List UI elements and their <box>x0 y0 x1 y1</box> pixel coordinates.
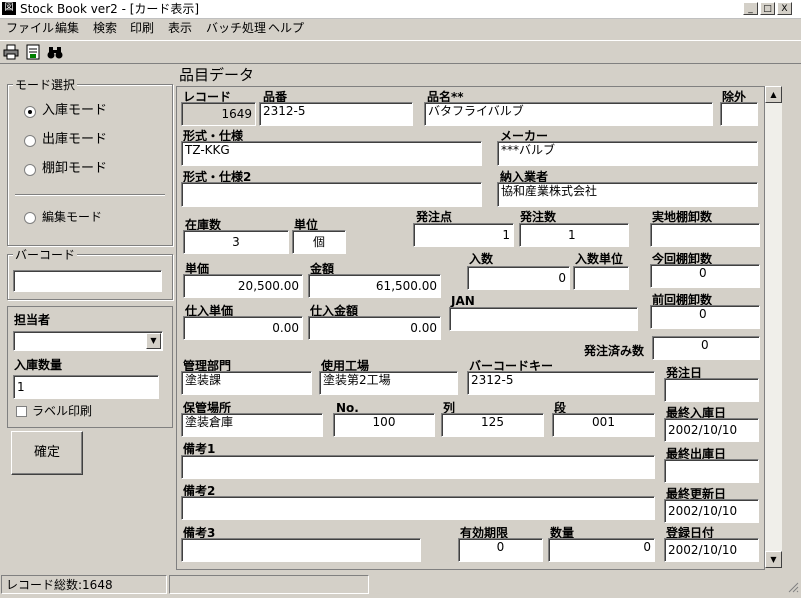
printer-icon[interactable] <box>2 44 20 62</box>
close-button[interactable]: X <box>777 2 792 15</box>
this-inv-input[interactable]: 0 <box>650 264 760 288</box>
scroll-down-icon[interactable]: ▼ <box>765 551 782 568</box>
no-input[interactable]: 100 <box>333 413 435 437</box>
menu-view[interactable]: 表示 <box>168 20 192 36</box>
jan-input[interactable] <box>449 307 638 331</box>
note3-input[interactable] <box>181 538 421 562</box>
jan-label: JAN <box>451 294 475 308</box>
label-print-checkbox[interactable] <box>16 406 27 417</box>
exclude-input[interactable] <box>720 102 758 126</box>
last-update-input[interactable]: 2002/10/10 <box>664 499 759 523</box>
toolbar <box>0 40 801 64</box>
dept-input[interactable]: 塗装課 <box>181 371 312 395</box>
binoculars-icon[interactable] <box>46 44 64 62</box>
person-label: 担当者 <box>14 313 51 327</box>
total-records: レコード総数:1648 <box>1 575 167 594</box>
ordered-input[interactable]: 0 <box>652 336 760 360</box>
ordered-label: 発注済み数 <box>584 344 645 358</box>
actual-inv-input[interactable] <box>650 223 760 247</box>
person-select[interactable]: ▼ <box>13 331 163 351</box>
radio-in-mode[interactable] <box>24 106 36 118</box>
radio-inventory-mode[interactable] <box>24 164 36 176</box>
col-input[interactable]: 125 <box>441 413 544 437</box>
note1-input[interactable] <box>181 455 655 479</box>
maker-input[interactable]: ***バルブ <box>497 141 758 166</box>
prev-inv-input[interactable]: 0 <box>650 305 760 329</box>
in-unit-input[interactable] <box>573 266 629 290</box>
record-value: 1649 <box>181 102 256 126</box>
note1-label: 備考1 <box>183 442 216 456</box>
in-count-label: 入数 <box>469 252 494 266</box>
last-in-input[interactable]: 2002/10/10 <box>664 418 759 442</box>
radio-edit-mode[interactable] <box>24 212 36 224</box>
barcode-input[interactable] <box>13 270 162 292</box>
mode-group-title: モード選択 <box>13 78 78 92</box>
chevron-down-icon[interactable]: ▼ <box>146 333 161 349</box>
menu-help[interactable]: ヘルプ <box>268 20 304 36</box>
menu-bar: ファイル 編集 検索 印刷 表示 バッチ処理 ヘルプ <box>0 18 801 38</box>
model-input[interactable]: TZ-KKG <box>181 141 482 166</box>
factory-input[interactable]: 塗装第2工場 <box>319 371 458 395</box>
actual-inv-label: 実地棚卸数 <box>652 210 713 224</box>
app-icon: 図 <box>2 2 16 15</box>
model2-input[interactable] <box>181 182 482 207</box>
resize-grip-icon[interactable] <box>787 581 799 593</box>
barcode-key-input[interactable]: 2312-5 <box>467 371 655 395</box>
menu-print[interactable]: 印刷 <box>130 20 154 36</box>
scroll-up-icon[interactable]: ▲ <box>765 86 782 103</box>
note2-input[interactable] <box>181 496 655 520</box>
status-bar: レコード総数:1648 <box>0 572 801 598</box>
radio-in-mode-label: 入庫モード <box>42 103 108 118</box>
menu-file[interactable]: ファイル <box>6 20 54 36</box>
stock-input[interactable]: 3 <box>183 230 289 254</box>
title-bar: 図 Stock Book ver2 - [カード表示] _ □ X <box>0 0 801 19</box>
order-point-label: 発注点 <box>416 210 453 224</box>
location-input[interactable]: 塗装倉庫 <box>181 413 323 437</box>
in-count-input[interactable]: 0 <box>467 266 570 290</box>
confirm-button[interactable]: 確定 <box>11 431 83 475</box>
qty-input[interactable]: 1 <box>13 375 159 399</box>
qty-label: 入庫数量 <box>14 358 63 372</box>
section-title: 品目データ <box>179 66 255 84</box>
vertical-scrollbar[interactable]: ▲ ▼ <box>765 86 782 568</box>
radio-out-mode[interactable] <box>24 135 36 147</box>
barcode-group-title: バーコード <box>13 248 78 262</box>
menu-batch[interactable]: バッチ処理 <box>206 20 266 36</box>
in-unit-label: 入数単位 <box>575 252 624 266</box>
purchase-price-input[interactable]: 0.00 <box>183 316 303 340</box>
supplier-input[interactable]: 協和産業株式会社 <box>497 182 758 207</box>
mode-divider <box>15 194 165 196</box>
part-no-input[interactable]: 2312-5 <box>259 102 413 126</box>
preview-icon[interactable] <box>24 44 42 62</box>
quantity-input[interactable]: 0 <box>548 538 655 562</box>
left-panel: モード選択 入庫モード 出庫モード 棚卸モード 編集モード バーコード 担当者 … <box>0 64 174 572</box>
radio-inventory-mode-label: 棚卸モード <box>42 161 108 176</box>
menu-edit[interactable]: 編集 <box>55 20 79 36</box>
window-title: Stock Book ver2 - [カード表示] <box>20 2 200 16</box>
order-point-input[interactable]: 1 <box>413 223 514 247</box>
order-qty-label: 発注数 <box>520 210 557 224</box>
amount-input[interactable]: 61,500.00 <box>308 274 441 298</box>
label-print-label: ラベル印刷 <box>32 404 93 418</box>
maximize-button[interactable]: □ <box>760 2 775 15</box>
expiry-input[interactable]: 0 <box>458 538 543 562</box>
radio-edit-mode-label: 編集モード <box>42 210 103 224</box>
order-date-input[interactable] <box>664 378 759 402</box>
status-pane-empty <box>169 575 369 594</box>
menu-search[interactable]: 検索 <box>93 20 117 36</box>
minimize-button[interactable]: _ <box>743 2 758 15</box>
part-name-input[interactable]: バタフライバルブ <box>424 102 713 126</box>
purchase-amount-input[interactable]: 0.00 <box>308 316 441 340</box>
last-out-input[interactable] <box>664 459 759 483</box>
reg-date-input[interactable]: 2002/10/10 <box>664 538 759 562</box>
tier-input[interactable]: 001 <box>552 413 655 437</box>
unit-price-input[interactable]: 20,500.00 <box>183 274 303 298</box>
unit-input[interactable]: 個 <box>292 230 346 254</box>
radio-out-mode-label: 出庫モード <box>42 132 108 147</box>
order-qty-input[interactable]: 1 <box>519 223 629 247</box>
